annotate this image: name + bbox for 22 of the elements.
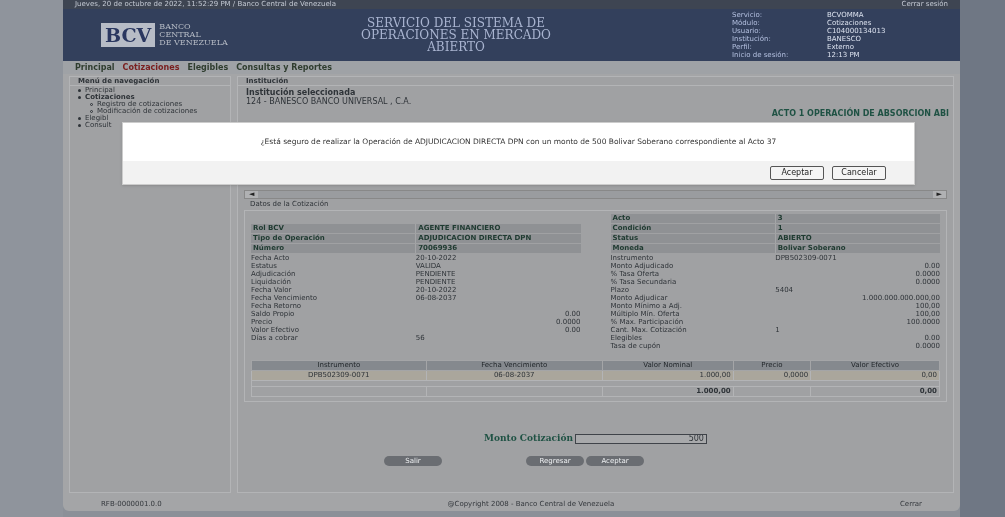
field-label: Institución seleccionada [245, 86, 357, 97]
logo-text: CENTRAL [159, 31, 202, 39]
logo-text: DE VENEZUELA [159, 39, 228, 47]
field-label: Monto Cotización [484, 432, 573, 445]
nav-tab[interactable]: Consultas y Reportes [236, 61, 333, 74]
page-title: SERVICIO DEL SISTEMA DE [367, 17, 545, 29]
nav-tab[interactable]: Elegibles [187, 61, 229, 74]
accept-button[interactable]: Aceptar [770, 165, 824, 180]
bullet-icon [78, 89, 81, 92]
act-title: ACTO 1 OPERACIÓN DE ABSORCION ABI [771, 109, 949, 118]
bullet-icon [78, 124, 81, 127]
page-title: ABIERTO [427, 41, 485, 53]
institution-name: 124 - BANESCO BANCO UNIVERSAL , C.A. [245, 97, 413, 106]
logo-text: BANCO [159, 23, 192, 31]
logo-mark: BCV [101, 23, 156, 47]
nav-tab[interactable]: Principal [75, 61, 115, 74]
bullet-icon [78, 96, 81, 99]
amount-input[interactable]: 500 [574, 433, 707, 444]
page-title: OPERACIONES EN MERCADO [361, 29, 551, 41]
bullet-icon [78, 117, 81, 120]
cancel-button[interactable]: Cancelar [832, 165, 886, 180]
nav-tab[interactable]: Cotizaciones [122, 61, 180, 74]
